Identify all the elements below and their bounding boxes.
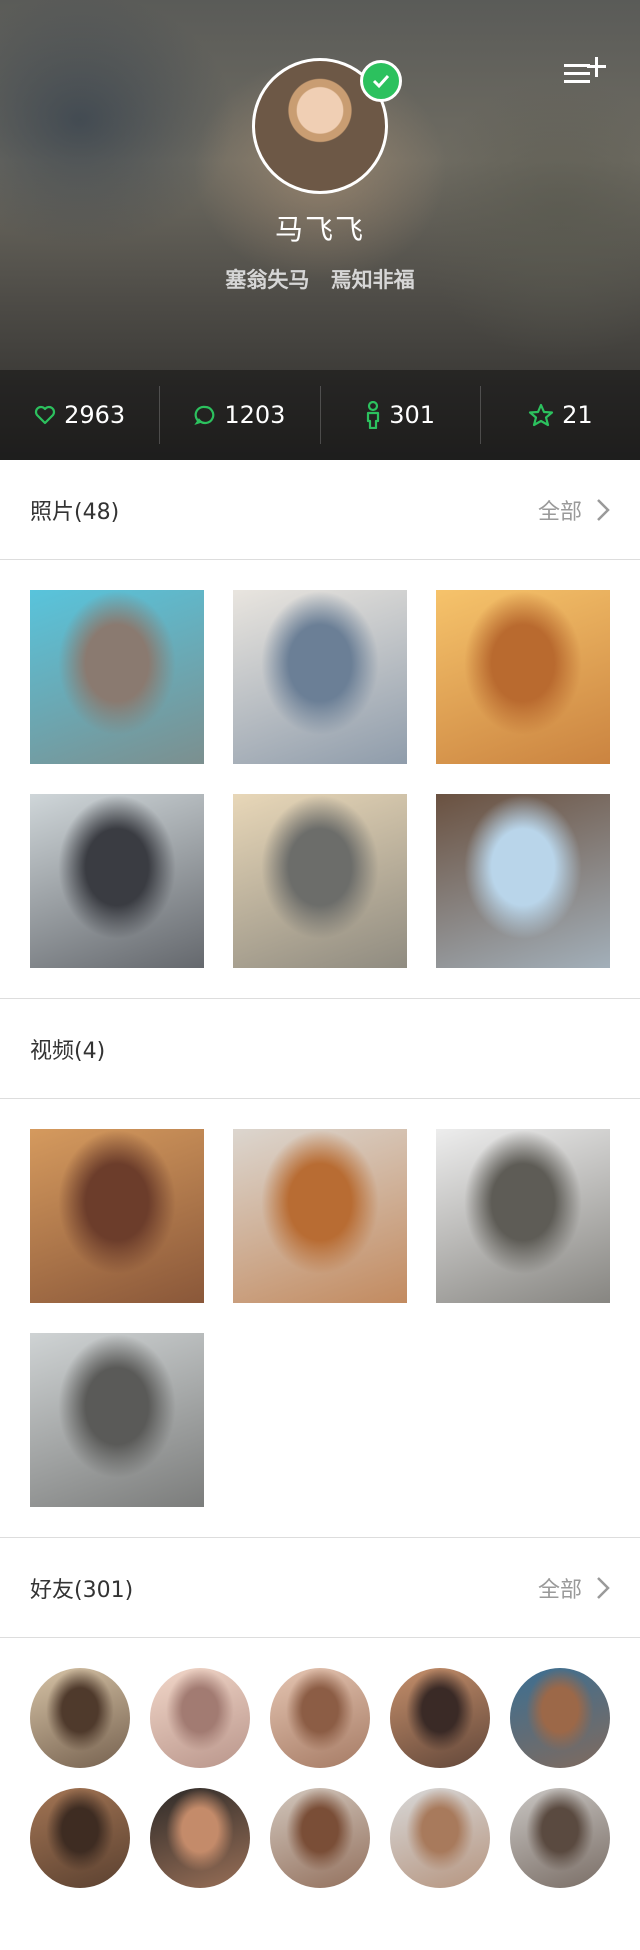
photo-thumbnail[interactable] [30, 794, 204, 968]
friend-avatar[interactable] [270, 1788, 370, 1888]
photos-grid [0, 560, 640, 999]
friends-list [0, 1638, 640, 1888]
verified-badge [360, 60, 402, 102]
chevron-right-icon [597, 1576, 610, 1599]
photo-thumbnail[interactable] [233, 794, 407, 968]
favorites-stat[interactable]: 21 [481, 386, 640, 444]
friends-section-header: 好友(301) 全部 [0, 1538, 640, 1638]
friend-avatar[interactable] [510, 1668, 610, 1768]
friends-see-all-label: 全部 [537, 1577, 582, 1603]
comment-icon [194, 405, 215, 426]
photo-thumbnail[interactable] [233, 590, 407, 764]
photos-section-header: 照片(48) 全部 [0, 460, 640, 560]
friend-avatar[interactable] [150, 1668, 250, 1768]
videos-section-header: 视频(4) [0, 999, 640, 1099]
photos-see-all-link[interactable]: 全部 [538, 494, 610, 526]
friend-avatar[interactable] [390, 1788, 490, 1888]
menu-add-button[interactable] [560, 54, 608, 94]
profile-header: 马飞飞 塞翁失马 焉知非福 2963 1203 301 21 [0, 0, 640, 460]
photos-see-all-label: 全部 [537, 499, 582, 525]
favorites-count: 21 [562, 401, 593, 429]
video-thumbnail[interactable] [30, 1333, 204, 1507]
videos-title: 视频(4) [30, 1038, 106, 1064]
video-thumbnail[interactable] [233, 1129, 407, 1303]
friend-avatar[interactable] [30, 1788, 130, 1888]
friend-avatar[interactable] [150, 1788, 250, 1888]
friends-count: 301 [389, 401, 436, 429]
heart-icon [34, 405, 56, 425]
friends-stat[interactable]: 301 [321, 386, 481, 444]
list-add-icon [564, 57, 606, 83]
friend-avatar[interactable] [390, 1668, 490, 1768]
check-icon [372, 74, 390, 89]
photo-thumbnail[interactable] [30, 590, 204, 764]
friend-avatar[interactable] [270, 1668, 370, 1768]
likes-count: 2963 [64, 401, 126, 429]
videos-grid [0, 1099, 640, 1538]
friend-avatar[interactable] [30, 1668, 130, 1768]
video-thumbnail[interactable] [436, 1129, 610, 1303]
comments-stat[interactable]: 1203 [160, 386, 321, 444]
photo-thumbnail[interactable] [436, 590, 610, 764]
profile-name: 马飞飞 [274, 213, 365, 246]
person-icon [367, 401, 380, 429]
comments-count: 1203 [224, 401, 286, 429]
profile-motto: 塞翁失马 焉知非福 [225, 268, 415, 292]
friends-see-all-link[interactable]: 全部 [538, 1572, 610, 1604]
star-icon [528, 403, 554, 427]
photos-title: 照片(48) [30, 499, 120, 525]
stats-bar: 2963 1203 301 21 [0, 370, 640, 460]
video-thumbnail[interactable] [30, 1129, 204, 1303]
likes-stat[interactable]: 2963 [0, 386, 161, 444]
photo-thumbnail[interactable] [436, 794, 610, 968]
chevron-right-icon [597, 498, 610, 521]
friends-title: 好友(301) [30, 1577, 134, 1603]
friend-avatar[interactable] [510, 1788, 610, 1888]
